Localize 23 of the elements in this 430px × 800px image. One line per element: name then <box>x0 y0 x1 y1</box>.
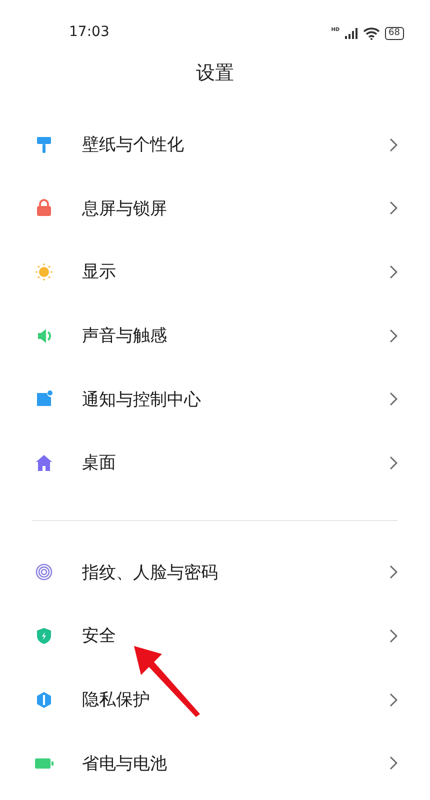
settings-item[interactable]: 桌面 <box>0 430 430 495</box>
item-label: 隐私保护 <box>82 689 151 712</box>
settings-item[interactable]: 声音与触感 <box>0 304 430 368</box>
item-label: 息屏与锁屏 <box>82 198 168 220</box>
item-label: 安全 <box>82 625 117 648</box>
item-label: 省电与电池 <box>82 752 168 775</box>
settings-item[interactable]: 显示 <box>0 240 430 304</box>
settings-item[interactable]: 安全 <box>0 604 430 668</box>
settings-item[interactable]: 壁纸与个性化 <box>0 113 430 177</box>
settings-item[interactable]: 隐私保护 <box>0 668 430 732</box>
settings-item[interactable]: 息屏与锁屏 <box>0 176 430 240</box>
status-time: 17:03 <box>69 24 110 40</box>
item-label: 声音与触感 <box>82 325 168 348</box>
settings-item[interactable]: 通知与控制中心 <box>0 367 430 431</box>
settings-item[interactable]: 省电与电池 <box>0 731 430 795</box>
battery-level: 68 <box>384 27 404 40</box>
settings-item[interactable]: 指纹、人脸与密码 <box>0 540 430 604</box>
item-label: 壁纸与个性化 <box>82 134 185 156</box>
item-label: 桌面 <box>82 452 117 474</box>
item-label: 显示 <box>82 261 117 284</box>
item-label: 指纹、人脸与密码 <box>82 562 219 584</box>
page-title: 设置 <box>195 61 235 86</box>
item-label: 通知与控制中心 <box>82 388 202 411</box>
